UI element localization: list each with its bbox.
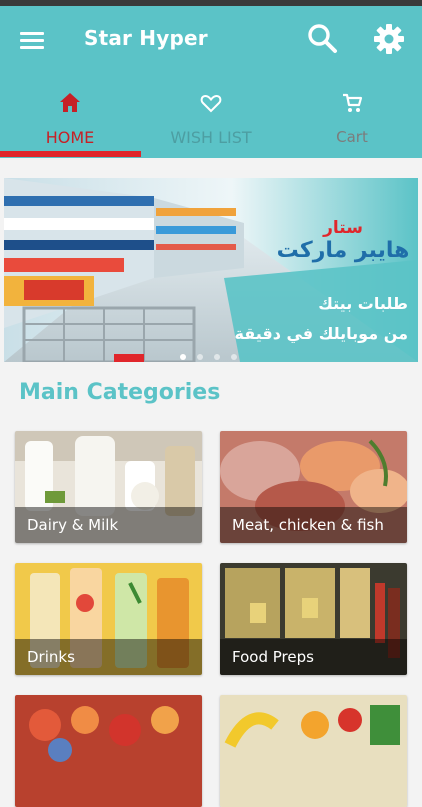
tab-home-label: HOME (45, 128, 95, 147)
category-label: Drinks (27, 648, 75, 666)
settings-gear-icon[interactable] (372, 22, 406, 56)
home-icon (60, 93, 80, 112)
tab-cart[interactable]: Cart (282, 82, 422, 158)
category-card-meat[interactable]: Meat, chicken & fish (220, 431, 407, 543)
cart-icon (343, 93, 363, 112)
search-icon[interactable] (306, 22, 340, 56)
app-bar: Star Hyper HOME WISH LIST Cart (0, 6, 422, 158)
carousel-dot[interactable] (214, 354, 220, 360)
category-label: Dairy & Milk (27, 516, 119, 534)
main-categories-title: Main Categories (19, 380, 221, 405)
category-label: Meat, chicken & fish (232, 516, 384, 534)
tab-bar: HOME WISH LIST Cart (0, 82, 422, 158)
app-title: Star Hyper (84, 26, 208, 50)
heart-icon (200, 94, 222, 113)
tab-cart-label: Cart (336, 128, 368, 146)
category-card-partial[interactable] (220, 695, 407, 807)
tab-wish-list[interactable]: WISH LIST (141, 82, 281, 158)
category-card-dairy[interactable]: Dairy & Milk (15, 431, 202, 543)
menu-icon[interactable] (20, 30, 46, 50)
category-photo (15, 695, 202, 807)
promo-banner[interactable]: ستار هايبر ماركت طلبات بيتك من موبايلك ف… (4, 178, 418, 362)
category-card-drinks[interactable]: Drinks (15, 563, 202, 675)
brand-logo: ستار هايبر ماركت (276, 218, 410, 263)
tab-wish-list-label: WISH LIST (170, 128, 252, 147)
carousel-dot[interactable] (231, 354, 237, 360)
active-tab-indicator (0, 151, 141, 157)
category-photo (220, 695, 407, 807)
banner-slogan-line2: من موبايلك في دقيقة (234, 324, 408, 343)
category-card-partial[interactable] (15, 695, 202, 807)
category-card-food-preps[interactable]: Food Preps (220, 563, 407, 675)
tab-home[interactable]: HOME (0, 82, 140, 158)
carousel-dot[interactable] (197, 354, 203, 360)
category-label: Food Preps (232, 648, 314, 666)
banner-slogan-line1: طلبات بيتك (318, 294, 408, 313)
carousel-dot[interactable] (180, 354, 186, 360)
brand-logo-line2: هايبر ماركت (276, 238, 410, 263)
brand-logo-line1: ستار (323, 218, 363, 238)
